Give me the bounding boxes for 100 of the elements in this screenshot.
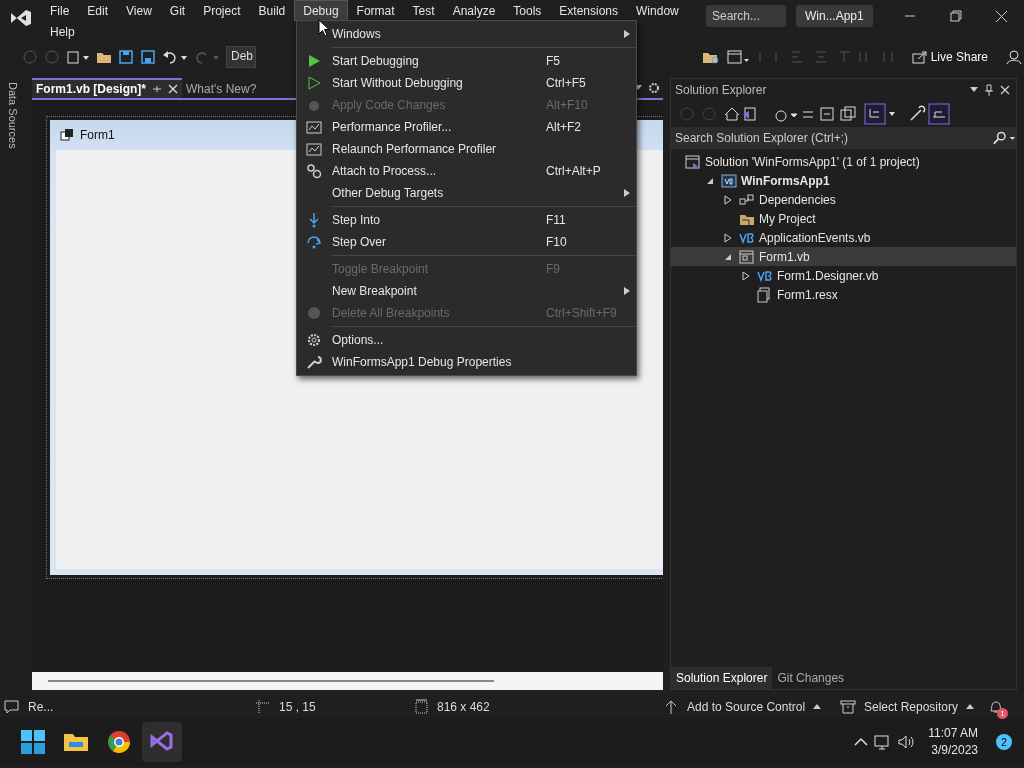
comment-icon — [4, 698, 20, 715]
play-icon — [306, 53, 322, 69]
restore-icon[interactable] — [948, 9, 962, 23]
form-file-icon — [739, 248, 755, 265]
menu-item[interactable]: Analyze — [443, 0, 505, 21]
repository-button[interactable]: Select Repository — [864, 697, 959, 716]
new-project-icon[interactable] — [66, 49, 90, 65]
save-icon[interactable] — [118, 49, 134, 65]
caret-icon — [966, 703, 975, 710]
solution-icon — [685, 153, 701, 170]
logo-icon — [10, 7, 32, 29]
tree-item[interactable]: My Project — [671, 209, 1016, 228]
step-into-icon — [306, 212, 322, 228]
configuration-dropdown[interactable]: Deb — [226, 46, 256, 68]
volume-icon[interactable] — [898, 734, 917, 750]
menu-item[interactable]: View — [117, 0, 161, 21]
menu-item[interactable]: Edit — [78, 0, 118, 21]
clock-date[interactable]: 3/9/2023 — [931, 742, 978, 759]
tree-item[interactable]: Solution 'WinFormsApp1' (1 of 1 project) — [671, 152, 1016, 171]
clock-time[interactable]: 11:07 AM — [928, 725, 978, 742]
mouse-pointer-icon — [318, 19, 330, 37]
menu-item[interactable]: Attach to Process... Ctrl+Alt+P — [297, 160, 636, 182]
document-tab[interactable]: Form1.vb [Design]* — [32, 78, 182, 98]
settings-icon — [306, 332, 322, 348]
menu-item[interactable]: Options... — [297, 329, 636, 351]
menu-item[interactable]: New Breakpoint — [297, 280, 636, 302]
live-share-button[interactable]: Live Share — [911, 48, 988, 66]
collapsed-icon[interactable] — [742, 270, 750, 281]
browser-icon[interactable] — [106, 729, 132, 755]
menu-item[interactable]: Extensions — [550, 0, 628, 21]
project-icon — [721, 172, 737, 189]
form-size: 816 x 462 — [437, 698, 490, 716]
menu-item[interactable]: Start Without Debugging Ctrl+F5 — [297, 72, 636, 94]
solution-name[interactable]: Win...App1 — [796, 5, 873, 27]
menu-item[interactable]: Step Over F10 — [297, 231, 636, 253]
save-all-icon[interactable] — [140, 49, 156, 65]
share-icon — [911, 49, 928, 65]
menu-item[interactable]: Project — [194, 0, 250, 21]
chart-icon — [306, 119, 322, 135]
side-tab[interactable]: Data Sources — [0, 80, 25, 151]
menu-item[interactable]: File — [41, 0, 79, 21]
document-tab[interactable]: What's New? — [182, 78, 261, 98]
bell-icon[interactable] — [988, 699, 1004, 716]
tree-item[interactable]: WinFormsApp1 — [671, 171, 1016, 190]
undo-icon[interactable] — [162, 49, 188, 65]
resource-file-icon — [757, 286, 773, 303]
dropdown-icon[interactable] — [970, 87, 978, 93]
panel-tab[interactable]: Git Changes — [772, 667, 850, 689]
repository-icon — [840, 698, 856, 715]
close-icon[interactable] — [994, 9, 1008, 23]
menu-item[interactable]: Help — [41, 21, 84, 42]
tree-item[interactable]: Form1.resx — [671, 285, 1016, 304]
tree-item[interactable]: Form1.Designer.vb — [671, 266, 1016, 285]
cursor-position: 15 , 15 — [279, 698, 316, 716]
window-icon[interactable] — [725, 49, 750, 65]
chart-icon — [306, 141, 322, 157]
dependencies-icon — [739, 191, 755, 208]
menu-item[interactable]: Debug — [294, 0, 348, 21]
menu-item[interactable]: Relaunch Performance Profiler — [297, 138, 636, 160]
tree-item[interactable]: Form1.vb — [671, 247, 1016, 266]
wrench-icon — [306, 354, 322, 370]
expanded-icon[interactable] — [706, 176, 714, 185]
panel-tab[interactable]: Solution Explorer — [671, 667, 773, 689]
horizontal-scrollbar[interactable] — [32, 672, 663, 690]
menu-item[interactable]: Format — [347, 0, 404, 21]
menu-item[interactable]: Git — [160, 0, 195, 21]
menu-item[interactable]: Windows — [297, 23, 636, 45]
size-icon — [413, 698, 429, 715]
step-over-icon — [306, 234, 322, 250]
position-icon — [255, 698, 271, 715]
menu-item[interactable]: Other Debug Targets — [297, 182, 636, 204]
expanded-icon[interactable] — [724, 252, 732, 261]
close-icon[interactable] — [168, 84, 178, 94]
upload-arrow-icon — [663, 698, 679, 715]
menu-item[interactable]: WinFormsApp1 Debug Properties — [297, 351, 636, 373]
menu-item[interactable]: Build — [249, 0, 295, 21]
menu-item[interactable]: Start Debugging F5 — [297, 50, 636, 72]
play-outline-icon — [306, 75, 322, 91]
form-title: Form1 — [80, 127, 115, 144]
menu-item[interactable]: Tools — [504, 0, 551, 21]
close-icon[interactable] — [1000, 85, 1010, 95]
notification-count: 1 — [997, 707, 1008, 719]
notification-badge[interactable]: 2 — [996, 734, 1012, 750]
collapsed-icon[interactable] — [724, 194, 732, 205]
settings-icon[interactable] — [648, 82, 660, 94]
menu-item[interactable]: Window — [627, 0, 688, 21]
tree-item[interactable]: Dependencies — [671, 190, 1016, 209]
search-field[interactable]: Search... — [706, 5, 786, 27]
menu-item[interactable]: Step Into F11 — [297, 209, 636, 231]
search-icon[interactable] — [991, 131, 1016, 145]
menu-item[interactable]: Performance Profiler... Alt+F2 — [297, 116, 636, 138]
panel-title: Solution Explorer — [675, 82, 767, 99]
windows-start-icon[interactable] — [20, 729, 46, 755]
source-control-button[interactable]: Add to Source Control — [687, 697, 806, 716]
caret-icon — [813, 703, 822, 710]
tree-item[interactable]: ApplicationEvents.vb — [671, 228, 1016, 247]
chevron-up-icon[interactable] — [854, 737, 869, 747]
collapsed-icon[interactable] — [724, 232, 732, 243]
status-message: Re... — [28, 698, 54, 716]
menu-item[interactable]: Test — [403, 0, 444, 21]
